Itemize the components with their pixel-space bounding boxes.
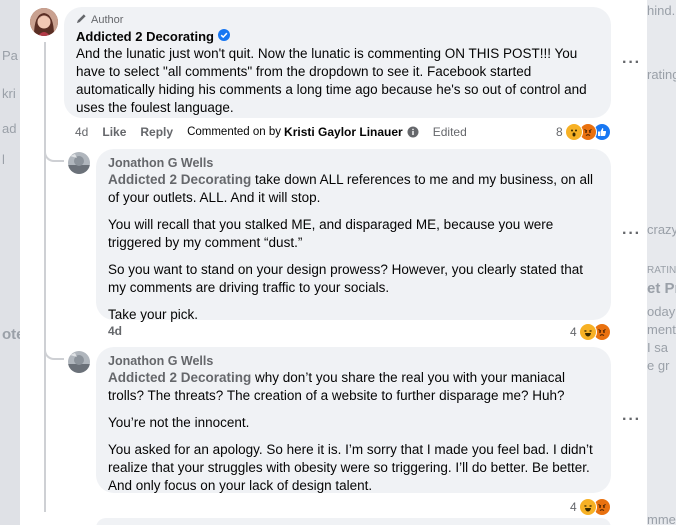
mention-link[interactable]: Addicted 2 Decorating (108, 172, 251, 187)
edited-label: Edited (432, 125, 467, 139)
thread-branch (44, 340, 64, 360)
reply-bubble: Jonathon G Wells Addicted 2 Decorating t… (96, 149, 611, 322)
commented-on-by-label: Commented on by (187, 126, 282, 138)
pencil-icon (76, 13, 87, 27)
reply-author-name[interactable]: Jonathon G Wells (108, 155, 599, 171)
avatar[interactable] (68, 152, 90, 174)
bg-fragment: I sa (647, 340, 668, 355)
comment-bubble: Author Addicted 2 Decorating And the lun… (64, 7, 611, 118)
info-icon[interactable] (407, 126, 419, 138)
bg-fragment: mme (647, 512, 676, 525)
reaction-count: 4 (570, 500, 577, 514)
verified-badge-icon (217, 28, 230, 44)
reply-text: So you want to stand on your design prow… (108, 262, 584, 295)
bg-fragment: oday (647, 304, 676, 319)
reply-text: Take your pick. (108, 307, 199, 322)
more-options-icon[interactable]: ··· (622, 225, 641, 243)
bg-fragment: ment (647, 322, 676, 337)
bg-fragment: hind. (647, 3, 676, 18)
reply-bubble: Jonathon G Wells Addicted 2 Decorating w… (96, 347, 611, 493)
reaction-summary[interactable]: 4 (570, 323, 611, 341)
reply-text: Addicted 2 Decorating why don’t you shar… (108, 370, 565, 403)
bg-fragment: kri (2, 86, 16, 101)
commenter-name[interactable]: Addicted 2 Decorating (76, 29, 214, 44)
author-badge-label: Author (91, 14, 124, 26)
reaction-count: 4 (570, 325, 577, 339)
background-left: Pa kri ad l ote (0, 0, 25, 525)
wow-reaction-icon (564, 123, 583, 141)
thread-branch (44, 142, 64, 162)
comment-time[interactable]: 4d (75, 125, 88, 139)
reply-actions: 4d (108, 324, 122, 338)
reaction-count: 8 (556, 125, 563, 139)
comments-panel: Author Addicted 2 Decorating And the lun… (20, 0, 647, 525)
comment-actions: 4d Like Reply Commented on by Kristi Gay… (75, 124, 467, 140)
reply-text: You will recall that you stalked ME, and… (108, 217, 554, 250)
haha-reaction-icon (578, 323, 597, 341)
thread-line (44, 42, 46, 512)
background-right: hind. rating crazy RATING et Pr oday men… (647, 0, 676, 525)
commenter-link[interactable]: Kristi Gaylor Linauer (284, 125, 403, 139)
reply-author-name[interactable]: Jonathon G Wells (108, 353, 599, 369)
comment-text: And the lunatic just won't quit. Now the… (76, 46, 587, 115)
more-options-icon[interactable]: ··· (622, 54, 641, 72)
bg-fragment: crazy (647, 222, 676, 237)
bg-fragment: e gr (647, 358, 670, 373)
bg-fragment: RATING (647, 265, 676, 276)
bg-fragment: Pa (2, 48, 18, 63)
mention-link[interactable]: Addicted 2 Decorating (108, 370, 251, 385)
bg-fragment: et Pr (647, 280, 676, 297)
reply-text: Addicted 2 Decorating take down ALL refe… (108, 172, 593, 205)
reaction-summary[interactable]: 8 (556, 123, 611, 141)
avatar[interactable] (68, 351, 90, 373)
bg-fragment: ad (2, 121, 17, 136)
reply-text: You’re not the innocent. (108, 415, 250, 430)
bg-fragment: l (2, 152, 5, 167)
reply-button[interactable]: Reply (140, 125, 173, 139)
author-badge: Author (76, 13, 599, 27)
reaction-summary[interactable]: 4 (570, 498, 611, 516)
reply-text: You asked for an apology. So here it is.… (108, 442, 593, 493)
reply-time[interactable]: 4d (108, 324, 122, 338)
avatar[interactable] (30, 8, 58, 36)
more-options-icon[interactable]: ··· (622, 411, 641, 429)
haha-reaction-icon (578, 498, 597, 516)
bg-fragment: rating (647, 67, 676, 82)
reply-bubble-partial (96, 518, 611, 525)
like-button[interactable]: Like (102, 125, 126, 139)
